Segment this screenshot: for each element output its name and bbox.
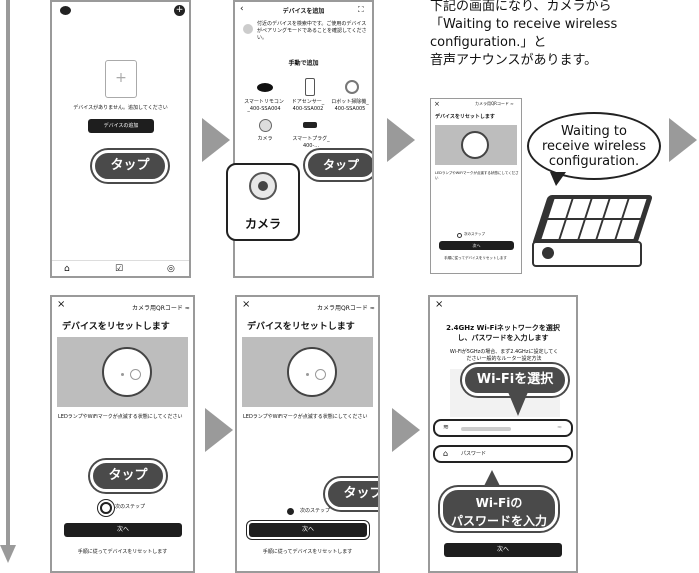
password-placeholder: パスワード [461,451,487,457]
bubble-line: configuration. [548,154,640,169]
flow-line [6,0,10,545]
arrow-3 [669,118,697,162]
bottom-nav: ⌂ ☑ ◎ [52,260,189,276]
wifi-title-line: 2.4GHz Wi-Fiネットワークを選択 [446,324,560,332]
wifi-title-line: し、パスワードを入力します [457,334,549,342]
reset-link[interactable]: 手順に従ってデバイスをリセットします [431,256,520,261]
empty-text: デバイスがありません。追加してください [73,105,168,111]
device-plug-icon[interactable] [303,122,317,128]
device-label: カメラ [257,136,273,142]
password-field[interactable]: ⌂ パスワード [433,445,573,463]
scan-icon[interactable]: ⛶ [358,5,364,15]
empty-device-icon: + [105,60,137,98]
device-remote-icon[interactable] [257,83,273,92]
next-step-radio[interactable] [100,502,112,514]
device-label: ロボット掃除機_ 400-SSA005 [331,99,369,112]
camera-label: カメラ [244,217,281,231]
add-device-button[interactable]: デバイスの追加 [88,119,154,133]
checklist-icon[interactable]: ☑ [115,264,123,274]
instruction-line: 音声アナウンスがあります。 [430,53,598,68]
arrow-4 [205,408,233,452]
close-icon[interactable]: × [435,299,443,310]
screen-6: × 2.4GHz Wi-Fiネットワークを選択 し、パスワードを入力します Wi… [428,295,578,573]
wifi-title: 2.4GHz Wi-Fiネットワークを選択 し、パスワードを入力します [430,323,576,343]
wifi-signal-icon: ≈ [557,424,563,431]
wifi-password-line: パスワードを入力 [450,514,547,528]
next-button[interactable]: 次へ [64,523,182,537]
header-label: カメラ用QRコード ≈ [317,305,375,312]
camera-icon [249,172,277,200]
tap-label: タップ [92,150,168,182]
wifi-network-field[interactable]: ≋ ≈ [433,419,573,437]
close-icon[interactable]: × [242,299,250,310]
bubble-line: receive wireless [541,139,647,154]
reset-link[interactable]: 手順に従ってデバイスをリセットします [237,549,378,556]
next-step-radio[interactable] [457,233,462,238]
tap-label: タップ [90,460,166,492]
next-step-label: 次のステップ [464,232,485,236]
reset-desc: LEDランプやWiFiマークが点滅する状態にしてください [435,171,519,180]
next-step-radio[interactable] [287,508,294,515]
arrow-2 [387,118,415,162]
camera-image [57,337,188,407]
profile-icon[interactable]: ◎ [167,264,175,274]
device-label: スマートプラグ_ 400-... [292,136,330,149]
screen-4: × カメラ用QRコード ≈ デバイスをリセットします LEDランプやWiFiマー… [50,295,195,573]
wifi-icon: ≋ [443,423,449,431]
instruction-line: 「Waiting to receive wireless [430,17,618,32]
close-icon[interactable]: × [434,100,440,108]
device-door-icon[interactable] [305,78,315,96]
next-step-label: 次のステップ [300,508,331,514]
wifi-desc: Wi-Fiが5GHzの場合、まず2.4GHzに設定してください一般的なルーター設… [449,349,559,362]
instruction-line: configuration.」と [430,35,547,50]
device-camera-icon[interactable] [259,119,272,132]
wifi-select-pointer [508,392,528,416]
screen-title: デバイスを追加 [282,8,325,15]
arrow-1 [202,118,230,162]
search-desc: 付近のデバイスを検索中です。ご使用のデバイスがペアリングモードであることを確認し… [257,21,367,41]
wifi-password-line: Wi-Fiの [475,496,523,510]
camera-image [242,337,373,407]
reset-desc: LEDランプやWiFiマークが点滅する状態にしてください [58,414,183,420]
header-label: カメラ用QRコード ≈ [475,101,514,106]
screen-1: + + デバイスがありません。追加してください デバイスの追加 タップ ⌂ ☑ … [50,0,191,278]
screen-3: × カメラ用QRコード ≈ デバイスをリセットします LEDランプやWiFiマー… [430,98,522,274]
bubble-tail [550,172,566,186]
bubble-line: Waiting to [561,124,627,139]
add-icon[interactable]: + [174,5,185,16]
flow-arrow-down [0,545,16,563]
reset-link[interactable]: 手順に従ってデバイスをリセットします [52,549,193,556]
next-button[interactable]: 次へ [439,241,514,250]
device-vacuum-icon[interactable] [345,80,359,94]
reset-title: デバイスをリセットします [247,322,355,332]
arrow-5 [392,408,420,452]
wifi-name-blurred [461,427,511,431]
home-icon[interactable]: ⌂ [64,264,70,274]
screen-5: × カメラ用QRコード ≈ デバイスをリセットします LEDランプやWiFiマー… [235,295,380,573]
tap-label: タップ [325,478,378,510]
searching-icon [243,24,253,34]
camera-callout[interactable]: カメラ [226,163,300,241]
camera-device-image [531,195,660,270]
wifi-password-label: Wi-Fiの パスワードを入力 [440,487,558,531]
lock-icon: ⌂ [443,449,449,458]
reset-title: デバイスをリセットします [435,114,495,120]
instruction-line: 下記の画面になり、カメラから [430,0,612,14]
reset-title: デバイスをリセットします [62,322,170,332]
close-icon[interactable]: × [57,299,65,310]
next-step-label: 次のステップ [115,504,146,510]
next-button[interactable]: 次へ [444,543,562,557]
voice-bubble: Waiting to receive wireless configuratio… [527,112,661,180]
tap-label: タップ [305,150,372,180]
camera-image [435,125,517,165]
device-label: スマートリモコン _400-SSA004 [244,99,284,112]
manual-add-heading: 手動で追加 [288,60,319,67]
header-label: カメラ用QRコード ≈ [132,305,190,312]
instruction-text: 下記の画面になり、カメラから 「Waiting to receive wirel… [430,0,695,70]
logo-icon [60,6,71,15]
device-label: ドアセンサー_ 400-SSA002 [291,99,325,112]
reset-desc: LEDランプやWiFiマークが点滅する状態にしてください [243,414,368,420]
next-button[interactable]: 次へ [249,523,367,537]
